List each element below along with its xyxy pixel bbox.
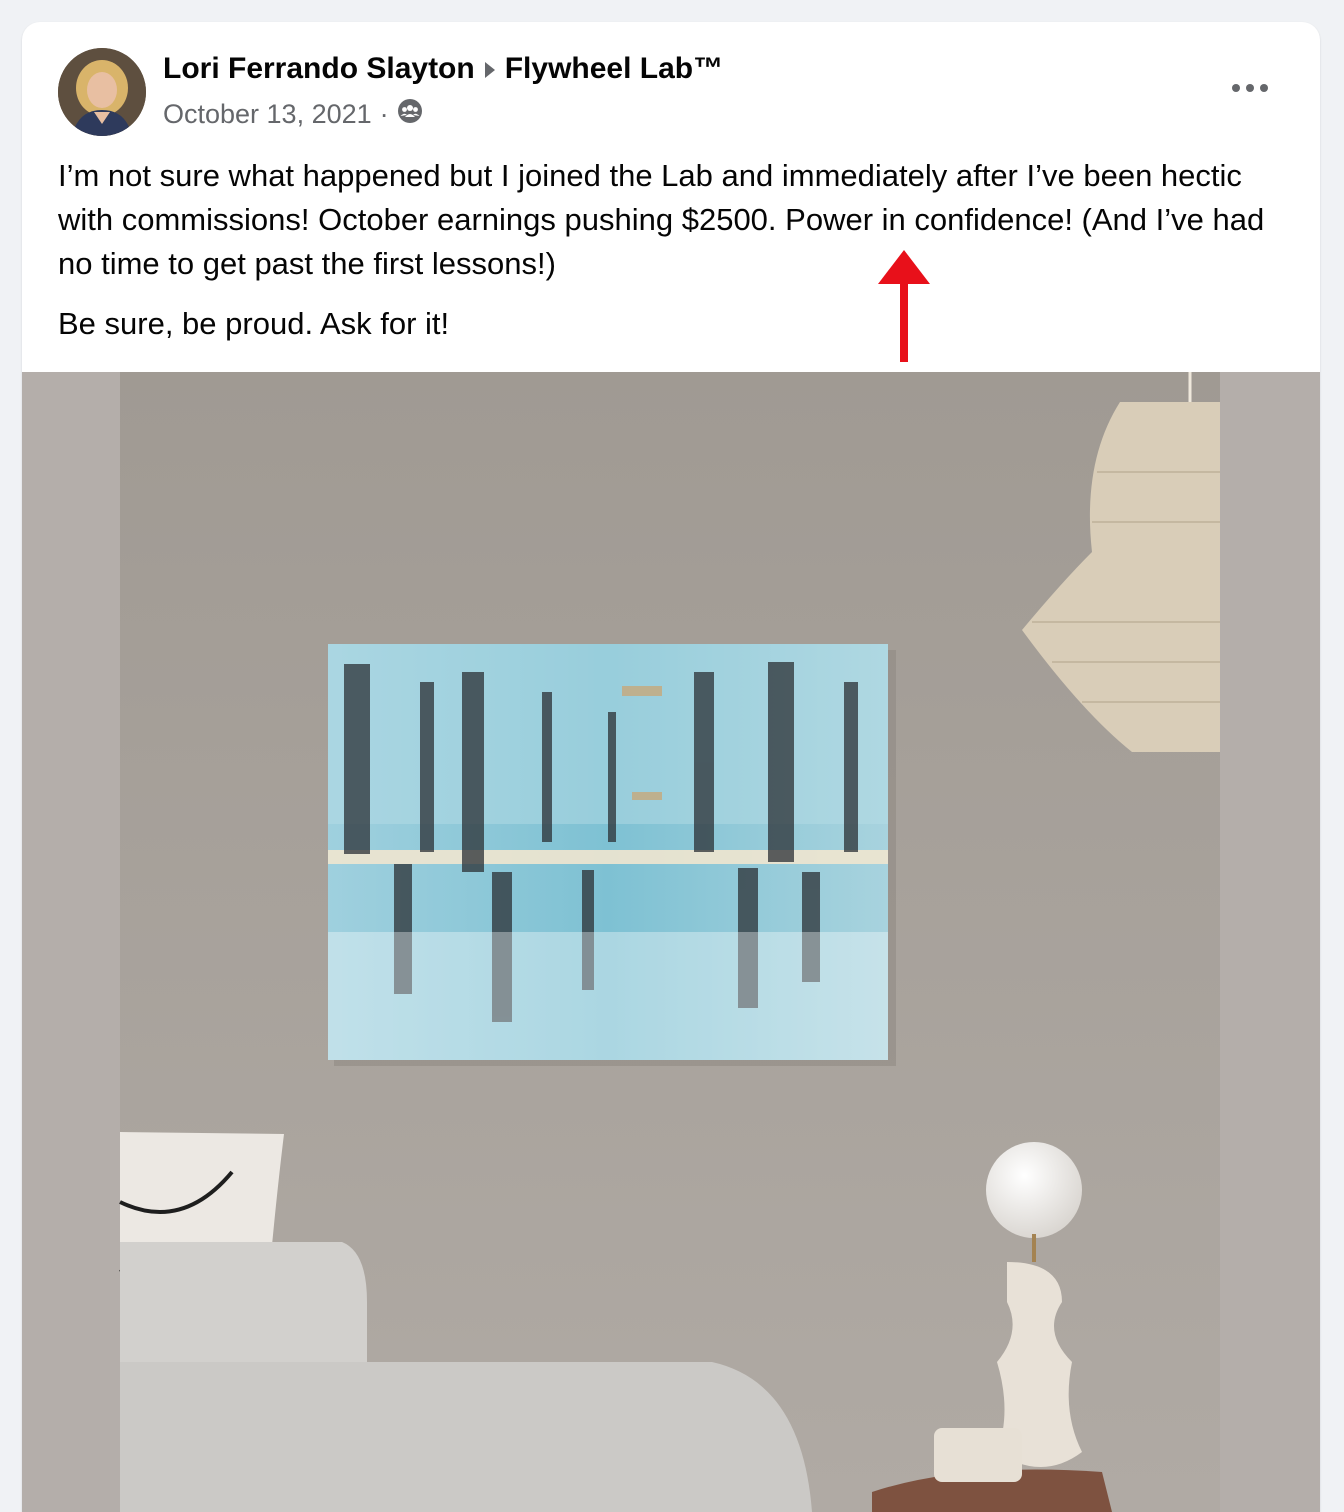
- meta-separator: ·: [379, 99, 389, 129]
- post-paragraph-2: Be sure, be proud. Ask for it!: [58, 306, 450, 341]
- post-date[interactable]: October 13, 2021: [163, 99, 372, 130]
- author-name[interactable]: Lori Ferrando Slayton: [163, 52, 475, 86]
- group-name[interactable]: Flywheel Lab™: [505, 52, 723, 86]
- post-body: I’m not sure what happened but I joined …: [58, 154, 1298, 346]
- more-options-button[interactable]: [1228, 72, 1272, 104]
- painting: [328, 644, 888, 1060]
- post-meta: October 13, 2021 ·: [163, 98, 423, 131]
- room-artwork-image: [22, 372, 1320, 1512]
- avatar-image: [58, 48, 146, 136]
- group-members-icon: [397, 98, 423, 131]
- post-photo[interactable]: [22, 372, 1320, 1512]
- post-header: Lori Ferrando Slayton Flywheel Lab™ Octo…: [22, 22, 1320, 142]
- more-options-icon: [1232, 84, 1268, 92]
- post-paragraph-1: I’m not sure what happened but I joined …: [58, 158, 1265, 281]
- post-card: Lori Ferrando Slayton Flywheel Lab™ Octo…: [22, 22, 1320, 1512]
- author-avatar[interactable]: [58, 48, 146, 136]
- red-arrow-annotation: [878, 250, 930, 362]
- author-line: Lori Ferrando Slayton Flywheel Lab™: [163, 52, 723, 86]
- caret-right-icon: [484, 62, 495, 78]
